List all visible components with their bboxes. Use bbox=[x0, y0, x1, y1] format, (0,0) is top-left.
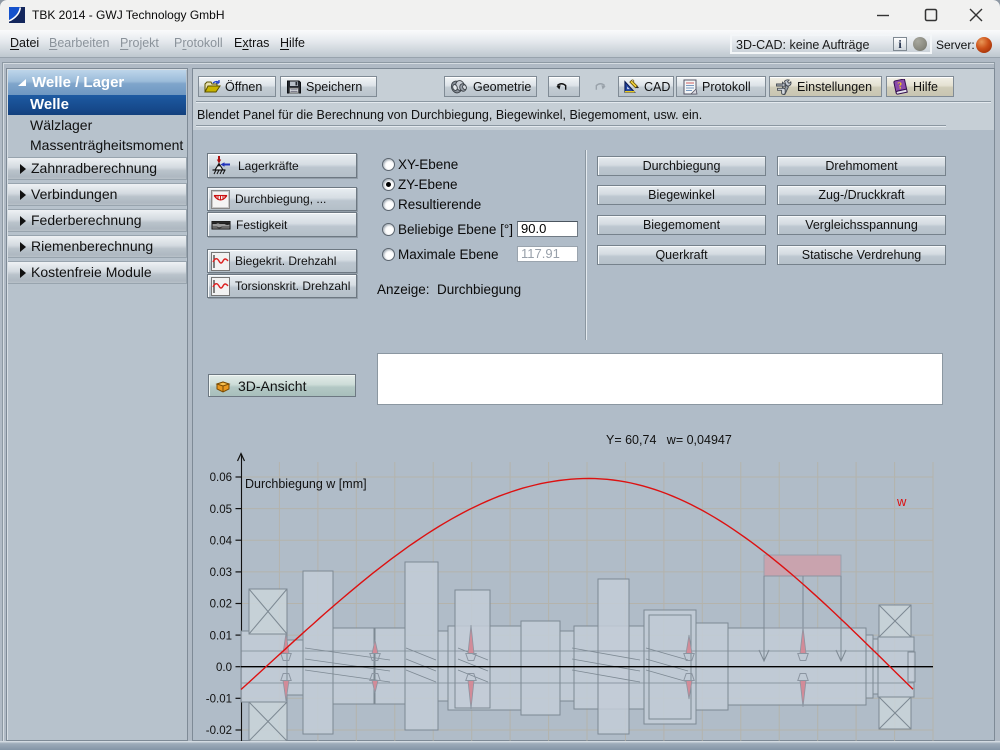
svg-text:0.0: 0.0 bbox=[216, 662, 232, 674]
svg-text:0.02: 0.02 bbox=[210, 599, 232, 611]
svg-text:0.06: 0.06 bbox=[210, 472, 232, 484]
svg-text:w: w bbox=[896, 494, 907, 509]
svg-text:-0.01: -0.01 bbox=[206, 694, 232, 706]
svg-text:0.03: 0.03 bbox=[210, 567, 232, 579]
svg-text:0.01: 0.01 bbox=[210, 630, 232, 642]
svg-text:Durchbiegung w [mm]: Durchbiegung w [mm] bbox=[245, 477, 367, 491]
svg-text:-0.02: -0.02 bbox=[206, 725, 232, 737]
svg-text:0.05: 0.05 bbox=[210, 504, 232, 516]
svg-text:0.04: 0.04 bbox=[210, 535, 233, 547]
